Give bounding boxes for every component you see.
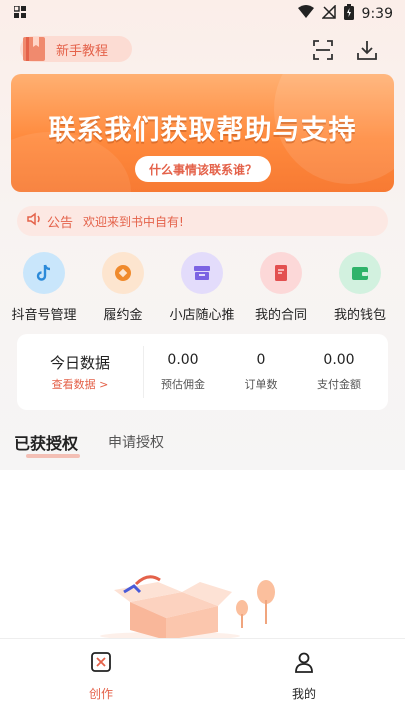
announcement-tag-label: 公告 <box>47 215 74 231</box>
tab-authorized[interactable]: 已获授权 <box>14 430 78 454</box>
announcement-text: 欢迎来到书中自有! <box>83 214 184 229</box>
stats-title: 今日数据 <box>49 354 110 372</box>
tutorial-button[interactable]: 新手教程 <box>20 36 132 62</box>
nav-label: 创作 <box>88 687 113 701</box>
shortcut-deposit[interactable]: 履约金 <box>83 252 163 323</box>
banner-title: 联系我们获取帮助与支持 <box>48 115 357 146</box>
shortcut-contract[interactable]: 我的合同 <box>241 252 321 323</box>
today-stats-card: 今日数据 查看数据 > 0.00 预估佣金 0 订单数 0.00 支付金额 <box>17 334 388 410</box>
stat-value: 0.00 <box>167 352 199 368</box>
scan-icon[interactable] <box>311 38 335 62</box>
nav-label: 我的 <box>291 687 316 701</box>
stats-summary: 今日数据 查看数据 > <box>17 334 143 410</box>
empty-state-illustration <box>100 570 300 640</box>
authorization-tabs: 已获授权 申请授权 <box>0 430 405 470</box>
shop-icon <box>181 252 223 294</box>
download-icon[interactable] <box>355 38 379 62</box>
stat-value: 0.00 <box>323 352 355 368</box>
tiktok-icon <box>23 252 65 294</box>
shortcut-wallet[interactable]: 我的钱包 <box>320 252 400 323</box>
announcement-tag: 公告 <box>27 212 73 231</box>
signal-off-icon <box>320 4 336 23</box>
book-icon <box>20 34 50 64</box>
stat-label: 订单数 <box>244 378 278 391</box>
tab-apply-authorization[interactable]: 申请授权 <box>108 432 164 452</box>
profile-icon <box>293 651 315 677</box>
speaker-icon <box>27 212 43 230</box>
shortcut-label: 我的合同 <box>254 308 307 323</box>
status-time: 9:39 <box>361 6 393 22</box>
wifi-icon <box>297 5 314 23</box>
battery-charging-icon <box>343 4 354 24</box>
view-data-link[interactable]: 查看数据 > <box>17 376 143 392</box>
banner-pill-button[interactable]: 什么事情该联系谁？ <box>135 156 271 182</box>
help-banner[interactable]: 联系我们获取帮助与支持 什么事情该联系谁？ <box>11 74 394 192</box>
contract-icon <box>260 252 302 294</box>
active-tab-indicator <box>26 454 80 458</box>
create-icon <box>90 651 112 677</box>
tutorial-label: 新手教程 <box>56 43 109 59</box>
stat-order-count: 0 订单数 <box>221 352 301 392</box>
stat-label: 预估佣金 <box>161 378 205 391</box>
stat-payment-amount: 0.00 支付金额 <box>299 352 379 392</box>
stat-label: 支付金额 <box>317 378 361 391</box>
shortcut-label: 抖音号管理 <box>11 308 77 323</box>
nav-profile[interactable]: 我的 <box>264 651 344 702</box>
grid-icon <box>13 5 26 22</box>
wallet-icon <box>339 252 381 294</box>
shortcut-label: 我的钱包 <box>333 308 386 323</box>
header-bar: 新手教程 <box>0 36 405 66</box>
announcement-bar[interactable]: 公告 欢迎来到书中自有! <box>17 206 388 236</box>
shortcut-grid: 抖音号管理 履约金 小店随心推 我的合同 我的钱包 <box>0 252 405 323</box>
stat-value: 0 <box>256 352 266 368</box>
status-bar: 9:39 <box>0 0 405 28</box>
coin-icon <box>102 252 144 294</box>
shortcut-label: 小店随心推 <box>169 308 235 323</box>
shortcut-shop-promote[interactable]: 小店随心推 <box>162 252 242 323</box>
stat-estimated-commission: 0.00 预估佣金 <box>143 352 223 392</box>
shortcut-douyin-manage[interactable]: 抖音号管理 <box>4 252 84 323</box>
bottom-navigation: 创作 我的 <box>0 638 405 720</box>
shortcut-label: 履约金 <box>103 308 143 323</box>
authorization-list <box>0 470 405 640</box>
nav-create[interactable]: 创作 <box>61 651 141 702</box>
